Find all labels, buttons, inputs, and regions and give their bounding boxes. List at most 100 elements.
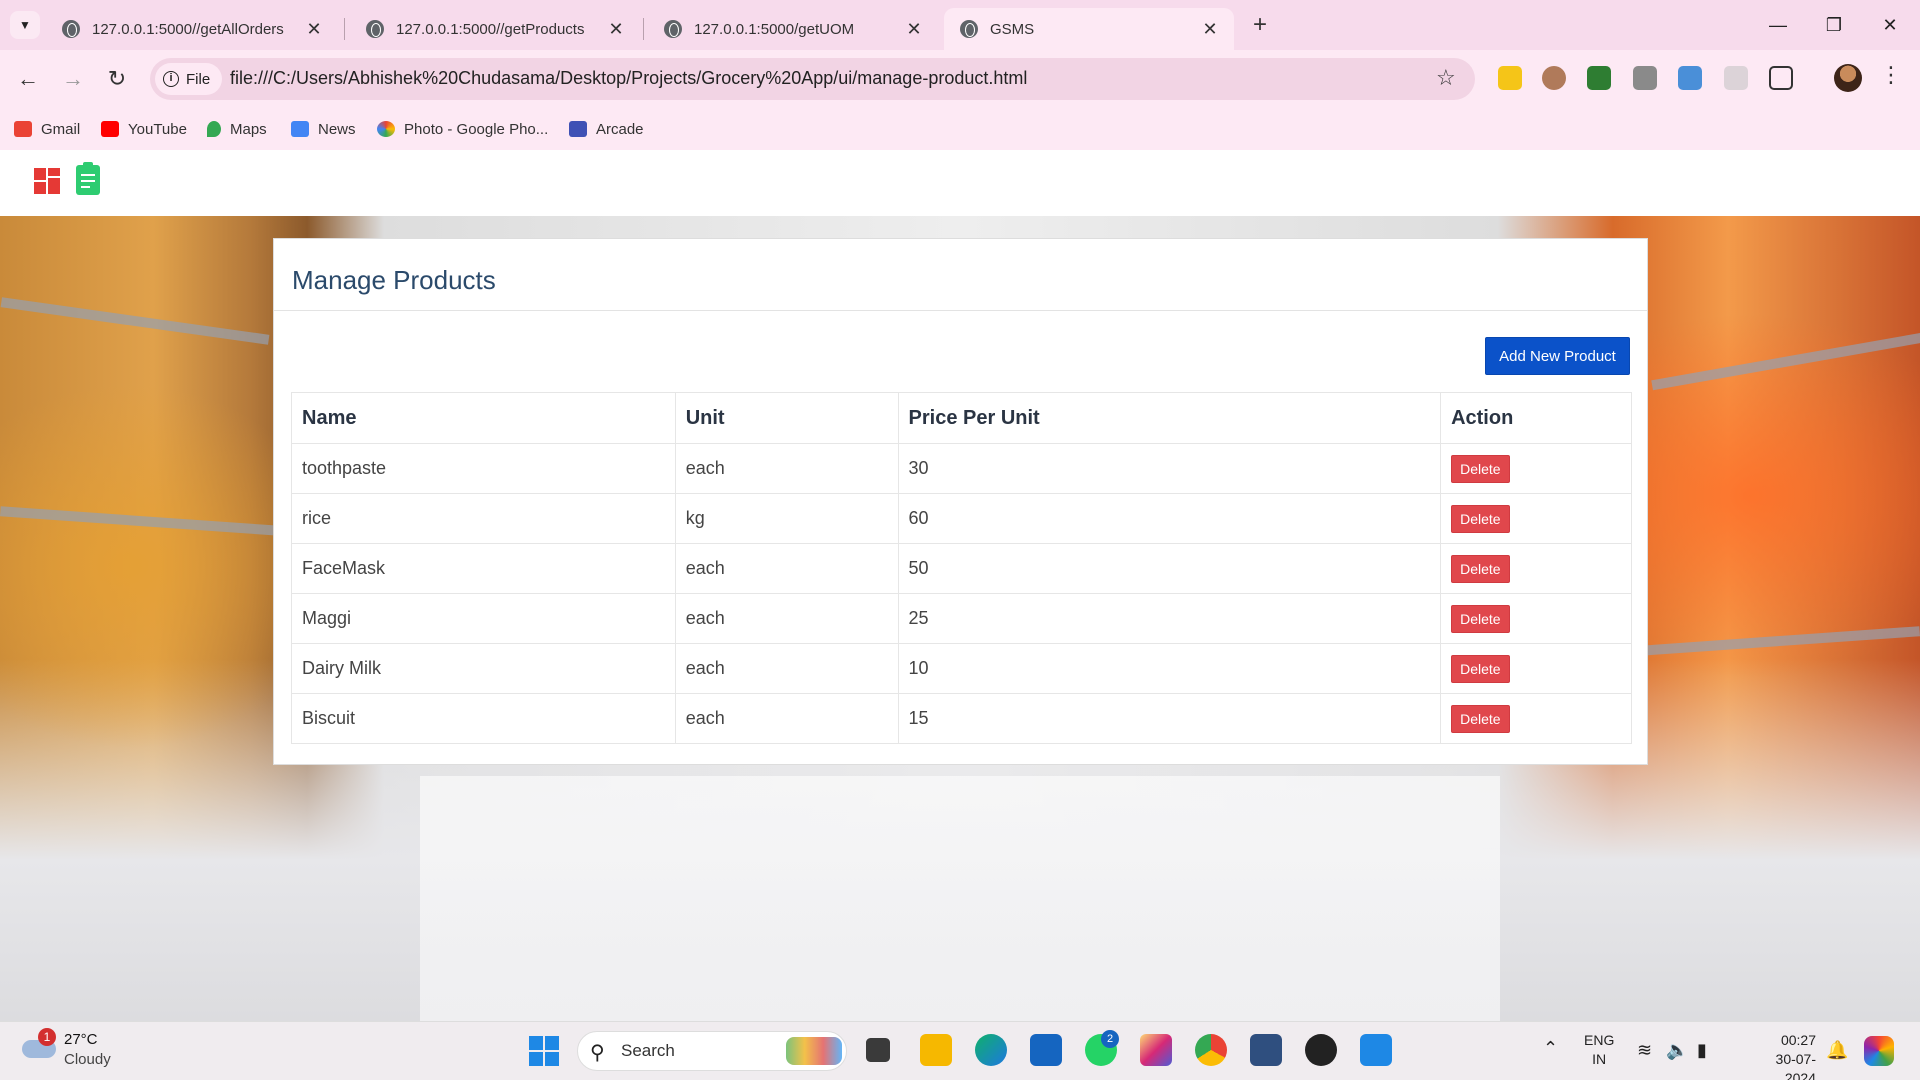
chevron-up-icon[interactable]: ⌃ <box>1543 1038 1558 1059</box>
extension-icon[interactable] <box>1587 66 1611 90</box>
action-cell: Delete <box>1440 593 1632 644</box>
tab-search-button[interactable]: ▼ <box>10 11 40 39</box>
site-info-chip[interactable]: i File <box>155 63 223 95</box>
bookmark-label: Gmail <box>41 120 81 138</box>
reload-icon: ↻ <box>107 66 127 91</box>
product-name: Maggi <box>291 593 676 644</box>
restore-button[interactable]: ❐ <box>1814 8 1854 42</box>
forward-button[interactable]: → <box>56 62 90 96</box>
tab-gsms[interactable]: GSMS ✕ <box>944 8 1234 50</box>
close-icon[interactable]: ✕ <box>304 19 324 40</box>
weather-description[interactable]: Cloudy <box>64 1051 111 1068</box>
delete-button[interactable]: Delete <box>1451 604 1510 633</box>
table-row: Dairy Milk each 10 Delete <box>291 643 1632 694</box>
chevron-down-icon: ▼ <box>19 18 31 32</box>
microsoft-store-icon[interactable] <box>1030 1034 1062 1066</box>
puzzle-icon[interactable] <box>1769 66 1793 90</box>
reload-button[interactable]: ↻ <box>100 62 134 96</box>
clock-time: 00:27 <box>1780 1032 1816 1048</box>
close-window-button[interactable]: ✕ <box>1870 8 1910 42</box>
shelf-edge <box>0 297 270 345</box>
table-header-row: Name Unit Price Per Unit Action <box>291 392 1632 444</box>
table-row: FaceMask each 50 Delete <box>291 543 1632 594</box>
delete-button[interactable]: Delete <box>1451 454 1510 483</box>
extension-icon[interactable] <box>1498 66 1522 90</box>
vscode-icon[interactable] <box>1360 1034 1392 1066</box>
globe-icon <box>960 20 978 38</box>
action-cell: Delete <box>1440 693 1632 744</box>
product-price: 25 <box>897 593 1442 644</box>
table-row: Maggi each 25 Delete <box>291 593 1632 644</box>
arrow-right-icon: → <box>62 66 84 91</box>
app-navbar <box>0 150 1920 216</box>
delete-button[interactable]: Delete <box>1451 504 1510 533</box>
bookmark-label: Maps <box>230 120 267 138</box>
app-icon[interactable] <box>1250 1034 1282 1066</box>
column-header-unit: Unit <box>674 392 899 444</box>
product-price: 10 <box>897 643 1442 694</box>
avatar[interactable] <box>1834 64 1862 92</box>
tab-getuom[interactable]: 127.0.0.1:5000/getUOM ✕ <box>648 8 938 50</box>
shelf-edge <box>1651 331 1920 391</box>
chrome-icon[interactable] <box>1195 1034 1227 1066</box>
edge-icon[interactable] <box>975 1034 1007 1066</box>
close-icon[interactable]: ✕ <box>606 19 626 40</box>
wifi-icon[interactable]: ≋ <box>1637 1040 1652 1061</box>
action-cell: Delete <box>1440 443 1632 494</box>
dashboard-grid-icon[interactable] <box>34 168 60 194</box>
info-icon: i <box>163 71 179 87</box>
maps-pin-icon <box>207 121 221 137</box>
delete-button[interactable]: Delete <box>1451 704 1510 733</box>
extension-icon[interactable] <box>1724 66 1748 90</box>
weather-widget[interactable]: 1 <box>22 1028 56 1058</box>
bookmark-news[interactable]: News <box>291 116 356 142</box>
product-unit: each <box>674 543 899 594</box>
region-code: IN <box>1592 1051 1607 1067</box>
system-clock[interactable]: 00:27 30-07-2024 <box>1760 1031 1816 1080</box>
minimize-button[interactable]: — <box>1758 8 1798 42</box>
search-label: Search <box>621 1041 675 1060</box>
product-unit: each <box>674 593 899 644</box>
windows-start-icon[interactable] <box>529 1036 559 1066</box>
bookmark-maps[interactable]: Maps <box>207 116 267 142</box>
bookmark-youtube[interactable]: YouTube <box>101 116 187 142</box>
notification-bell-icon[interactable]: 🔔 <box>1826 1040 1848 1061</box>
bookmark-arcade[interactable]: Arcade <box>569 116 644 142</box>
tab-getallorders[interactable]: 127.0.0.1:5000//getAllOrders ✕ <box>46 8 338 50</box>
media-player-icon[interactable] <box>1305 1034 1337 1066</box>
more-menu-icon[interactable]: ⋮ <box>1880 62 1902 88</box>
column-header-price: Price Per Unit <box>897 392 1442 444</box>
action-cell: Delete <box>1440 493 1632 544</box>
bookmark-star-icon[interactable]: ☆ <box>1436 65 1456 91</box>
products-table: Name Unit Price Per Unit Action toothpas… <box>291 392 1632 744</box>
task-view-icon[interactable] <box>866 1038 890 1062</box>
copilot-icon[interactable] <box>1864 1036 1894 1066</box>
file-explorer-icon[interactable] <box>920 1034 952 1066</box>
extension-icon[interactable] <box>1678 66 1702 90</box>
weather-temperature[interactable]: 27°C <box>64 1031 98 1048</box>
bookmark-label: YouTube <box>128 120 187 138</box>
delete-button[interactable]: Delete <box>1451 554 1510 583</box>
table-row: Biscuit each 15 Delete <box>291 693 1632 744</box>
instagram-icon[interactable] <box>1140 1034 1172 1066</box>
close-icon[interactable]: ✕ <box>1200 19 1220 40</box>
extension-icon[interactable] <box>1542 66 1566 90</box>
new-tab-button[interactable]: + <box>1245 10 1275 40</box>
bookmark-photos[interactable]: Photo - Google Pho... <box>377 116 548 142</box>
product-name: FaceMask <box>291 543 676 594</box>
add-new-product-button[interactable]: Add New Product <box>1485 337 1630 375</box>
language-indicator[interactable]: ENG IN <box>1584 1031 1614 1069</box>
delete-button[interactable]: Delete <box>1451 654 1510 683</box>
back-button[interactable]: ← <box>11 62 45 96</box>
clock-date: 30-07-2024 <box>1775 1051 1816 1080</box>
close-icon[interactable]: ✕ <box>904 19 924 40</box>
bookmark-gmail[interactable]: Gmail <box>14 116 80 142</box>
clipboard-icon[interactable] <box>76 162 100 195</box>
tab-title: 127.0.0.1:5000//getProducts <box>396 20 585 38</box>
camera-icon[interactable] <box>1633 66 1657 90</box>
tab-getproducts[interactable]: 127.0.0.1:5000//getProducts ✕ <box>350 8 640 50</box>
url-text[interactable]: file:///C:/Users/Abhishek%20Chudasama/De… <box>230 68 1027 89</box>
volume-icon[interactable]: 🔈 <box>1666 1040 1688 1061</box>
battery-icon[interactable]: ▮ <box>1697 1040 1707 1061</box>
whatsapp-badge: 2 <box>1101 1030 1119 1048</box>
